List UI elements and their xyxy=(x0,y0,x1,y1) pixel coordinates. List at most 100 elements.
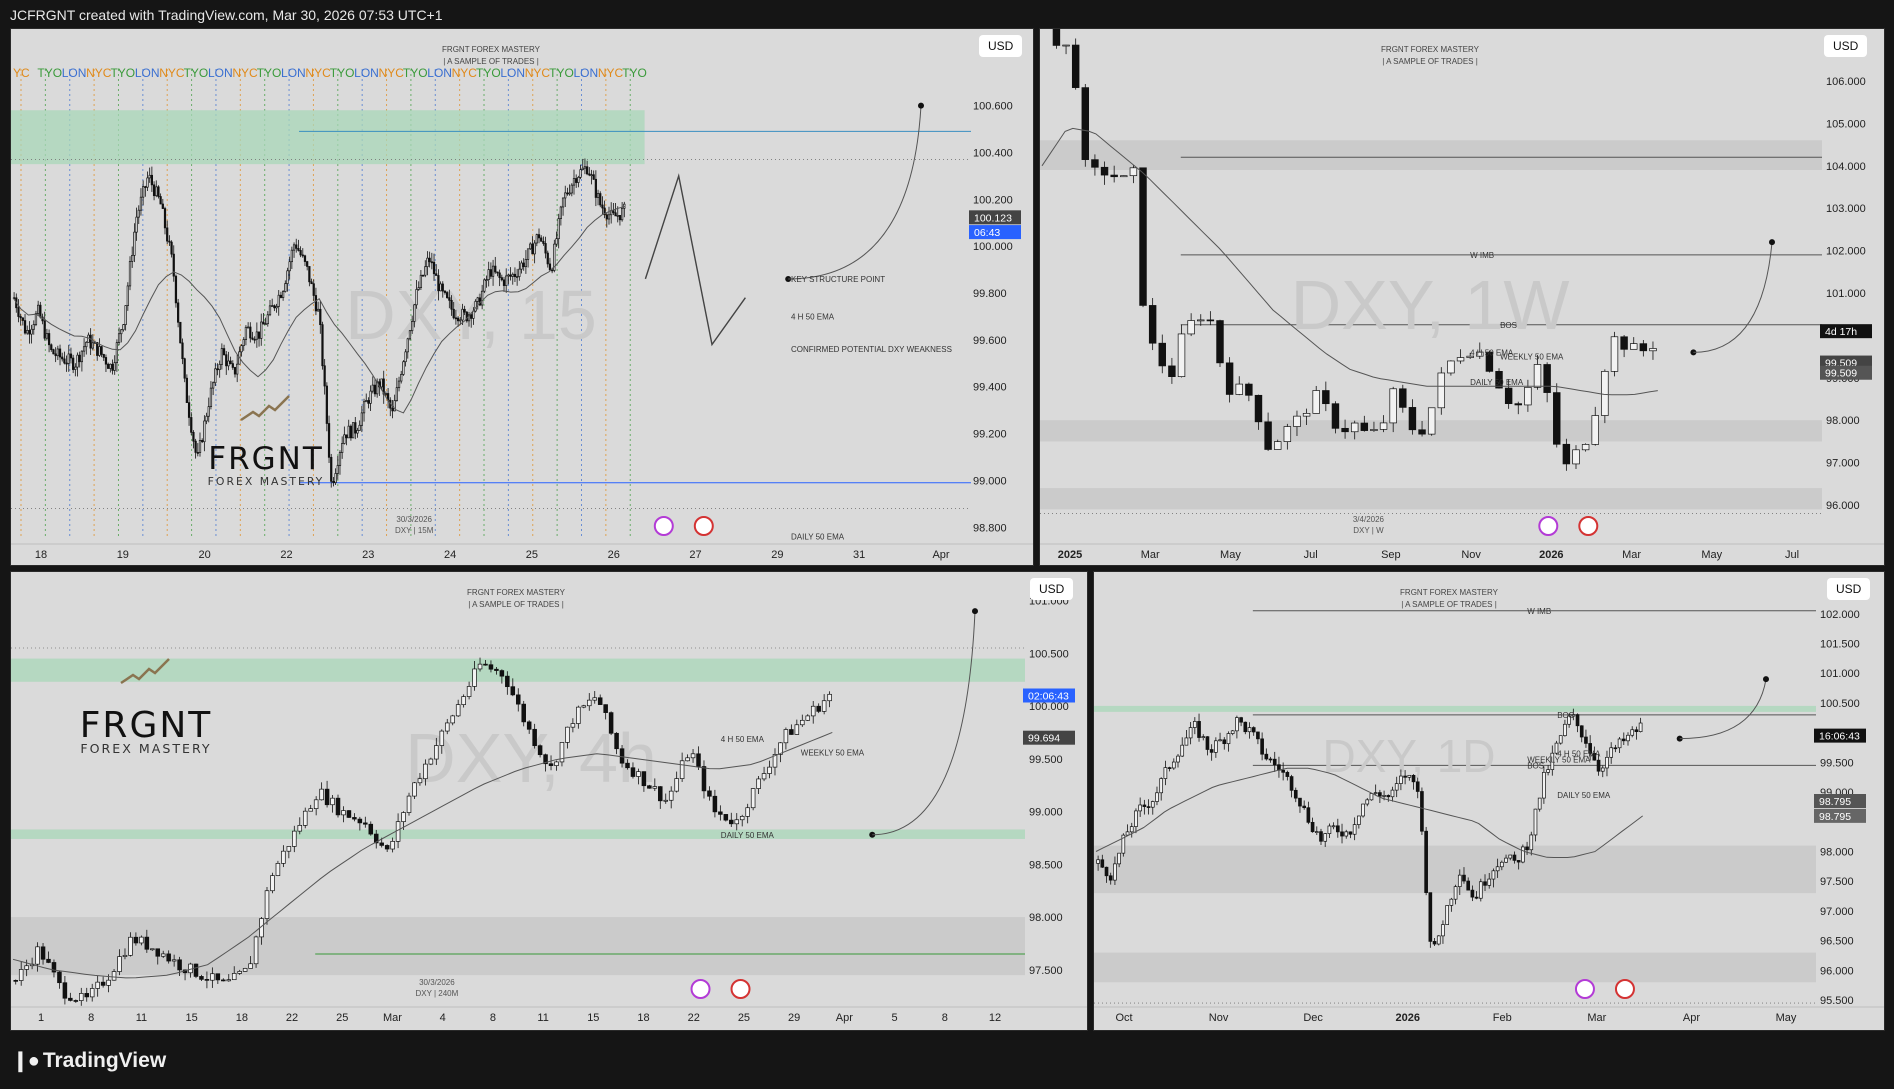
candle xyxy=(199,976,204,980)
candle xyxy=(674,778,679,792)
candle xyxy=(417,778,423,784)
candle xyxy=(1331,403,1340,429)
candle xyxy=(630,767,636,777)
candle xyxy=(739,816,745,821)
candle xyxy=(1168,365,1176,377)
y-tick-label: 98.000 xyxy=(1826,415,1860,427)
currency-badge[interactable]: USD xyxy=(979,35,1023,57)
candle xyxy=(1201,736,1206,738)
candle xyxy=(1251,727,1256,733)
candle xyxy=(450,299,453,310)
event-lightning-icon xyxy=(653,516,674,536)
candle xyxy=(104,357,108,365)
candle xyxy=(1408,407,1417,431)
candle xyxy=(341,443,344,453)
candle xyxy=(557,218,560,240)
candle xyxy=(314,295,318,312)
candle xyxy=(1504,387,1513,405)
y-tick-label: 98.800 xyxy=(973,522,1007,534)
chart-4h-svg[interactable]: DXY, 4h FRGNT FOREX MASTERY | A SAMPLE OF … xyxy=(11,572,1087,1030)
logo-wordmark: FRGNT xyxy=(80,705,213,746)
chart-1w-svg[interactable]: DXY, 1W FRGNT FOREX MASTERY | A SAMPLE OF … xyxy=(1040,29,1884,565)
candle xyxy=(231,363,234,368)
candle xyxy=(85,341,88,348)
chart-panel-1d[interactable]: DXY, 1D FRGNT FOREX MASTERY | A SAMPLE OF … xyxy=(1093,571,1885,1031)
candle xyxy=(455,704,461,717)
candle xyxy=(89,334,92,349)
candle xyxy=(456,317,460,322)
candle xyxy=(1110,174,1118,178)
x-tick-label: 31 xyxy=(853,549,865,561)
chart-panel-15m[interactable]: YC TYO LON NYC TYO LON NYC TYO LON NYC TYO LON NYC TY… xyxy=(10,28,1034,566)
candle xyxy=(1495,866,1500,872)
candle xyxy=(80,350,84,363)
x-tick-label: Jul xyxy=(1304,549,1318,561)
candle xyxy=(750,788,756,809)
y-tick-label: 98.000 xyxy=(1820,847,1854,859)
candle xyxy=(412,782,417,797)
chart-panel-4h[interactable]: DXY, 4h FRGNT FOREX MASTERY | A SAMPLE OF … xyxy=(10,571,1088,1031)
x-tick-label: 22 xyxy=(280,549,292,561)
candle xyxy=(172,253,175,277)
candle xyxy=(159,196,162,205)
candle xyxy=(144,186,147,188)
candle xyxy=(82,346,86,352)
chart-panel-1w[interactable]: DXY, 1W FRGNT FOREX MASTERY | A SAMPLE OF … xyxy=(1039,28,1885,566)
candle xyxy=(204,979,210,981)
candle xyxy=(107,363,110,369)
y-tick-label: 101.500 xyxy=(1820,638,1860,650)
candle xyxy=(1584,736,1588,744)
candle xyxy=(262,321,265,325)
candle xyxy=(1091,159,1099,168)
candle xyxy=(1340,831,1344,837)
session-label: NYC xyxy=(452,66,478,80)
candle xyxy=(483,663,488,666)
currency-badge[interactable]: USD xyxy=(1030,578,1074,600)
candle xyxy=(679,760,685,779)
candle xyxy=(207,406,210,417)
candle xyxy=(247,326,250,329)
candle xyxy=(641,771,647,787)
candle xyxy=(242,339,245,347)
header-subtitle: | A SAMPLE OF TRADES | xyxy=(468,600,564,609)
candle xyxy=(1150,801,1155,808)
session-label: TYO xyxy=(476,66,501,80)
candle xyxy=(1274,441,1282,450)
candle xyxy=(58,348,62,358)
candle xyxy=(1579,725,1584,738)
candle xyxy=(1341,427,1349,433)
x-tick-label: 24 xyxy=(444,549,456,561)
candle xyxy=(1197,319,1205,322)
currency-badge[interactable]: USD xyxy=(1824,35,1868,57)
level-annotation: DAILY 50 EMA xyxy=(1557,791,1611,800)
y-tick-label: 100.500 xyxy=(1820,698,1860,710)
candle xyxy=(390,841,395,850)
x-tick-label: 2026 xyxy=(1539,549,1563,561)
event-lightning-icon xyxy=(1538,516,1559,536)
candle xyxy=(35,946,40,965)
tradingview-logo[interactable]: ❙● TradingView xyxy=(12,1048,166,1073)
candle xyxy=(327,423,331,458)
y-tick-label: 99.500 xyxy=(1029,754,1063,766)
candle xyxy=(505,275,508,286)
price-label-text: 06:43 xyxy=(974,227,1000,239)
candle xyxy=(1222,739,1227,745)
candle xyxy=(555,238,558,245)
y-tick-label: 97.000 xyxy=(1820,906,1854,918)
candle xyxy=(358,424,361,431)
candle xyxy=(1180,744,1185,757)
candle xyxy=(46,958,51,963)
session-label: LON xyxy=(281,66,306,80)
x-tick-label: May xyxy=(1776,1012,1797,1024)
candle xyxy=(1487,878,1492,886)
candle xyxy=(297,825,303,832)
candle xyxy=(1639,343,1648,352)
candle xyxy=(448,297,451,301)
level-annotation: 4 H 50 EMA xyxy=(721,735,765,744)
currency-badge[interactable]: USD xyxy=(1827,578,1871,600)
candle xyxy=(98,346,101,356)
candle xyxy=(526,721,532,730)
candle xyxy=(1285,771,1290,777)
chart-1d-svg[interactable]: DXY, 1D FRGNT FOREX MASTERY | A SAMPLE OF … xyxy=(1094,572,1884,1030)
chart-15m-svg[interactable]: YC TYO LON NYC TYO LON NYC TYO LON NYC TYO LON NYC TY… xyxy=(11,29,1033,565)
